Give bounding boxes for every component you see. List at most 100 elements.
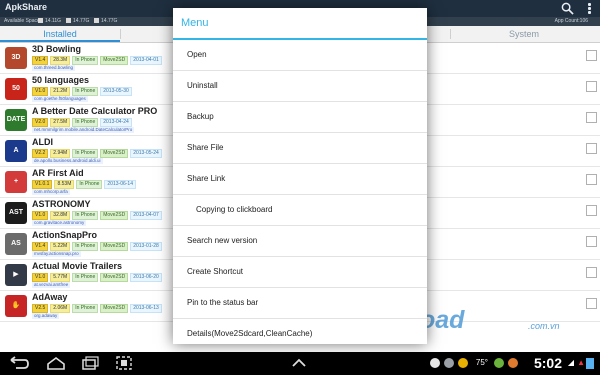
tab-second[interactable] (120, 26, 180, 42)
clock: 5:02 (533, 355, 562, 371)
app-name: 50 languages (32, 75, 90, 85)
signal-icon: ▲ (577, 358, 585, 367)
size-tag: 8.53M (54, 180, 75, 189)
version-tag: V1.4 (32, 242, 49, 251)
available-space-label: Available Space (4, 18, 40, 24)
package-name: com.goethe.f50languages (32, 96, 88, 102)
select-checkbox[interactable] (586, 174, 597, 185)
app-icon: A (5, 140, 27, 162)
tab-system[interactable]: System (450, 26, 598, 42)
menu-item-pin-to-the-status-bar[interactable]: Pin to the status bar (173, 288, 427, 319)
app-name: ActionSnapPro (32, 230, 98, 240)
date-tag: 2013-06-13 (130, 304, 162, 313)
version-tag: V1.0 (32, 87, 49, 96)
package-name: at.vezvai.amtfree (32, 282, 71, 288)
menu-item-backup[interactable]: Backup (173, 102, 427, 133)
recent-apps-icon[interactable] (78, 356, 100, 370)
menu-item-uninstall[interactable]: Uninstall (173, 71, 427, 102)
app-icon: ▶ (5, 264, 27, 286)
app-icon: + (5, 171, 27, 193)
app-tags: V2.0 27.5M In Phone 2013-04-24 (32, 118, 134, 127)
size-tag: 5.22M (50, 242, 71, 251)
storage-stat: 14.77G (94, 17, 117, 26)
context-menu-dialog: Menu Open Uninstall Backup Share File Share … (173, 8, 427, 344)
app-icon: 3D (5, 47, 27, 69)
tab-installed[interactable]: Installed (0, 26, 120, 42)
app-name: A Better Date Calculator PRO (32, 106, 158, 116)
version-tag: V1.0 (32, 211, 49, 220)
menu-item-search-new-version[interactable]: Search new version (173, 226, 427, 257)
location-tag: In Phone (72, 304, 99, 313)
size-tag: 2.06M (50, 304, 71, 313)
notification-icon[interactable] (444, 358, 454, 368)
search-icon[interactable] (561, 2, 574, 15)
menu-item-open[interactable]: Open (173, 40, 427, 71)
wifi-icon: ◢ (567, 358, 574, 367)
menu-item-share-link[interactable]: Share Link (173, 164, 427, 195)
app-icon: 50 (5, 78, 27, 100)
date-tag: 2013-04-24 (100, 118, 132, 127)
menu-list: Open Uninstall Backup Share File Share Link C… (173, 40, 427, 349)
select-checkbox[interactable] (586, 267, 597, 278)
location-tag: In Phone (72, 56, 99, 65)
menu-item-share-file[interactable]: Share File (173, 133, 427, 164)
app-name: ALDI (32, 137, 53, 147)
overflow-menu-icon[interactable] (584, 2, 594, 15)
notification-icon[interactable] (494, 358, 504, 368)
package-name: org.adaway (32, 313, 60, 319)
menu-item-details-move2sdcard-cleancache[interactable]: Details(Move2Sdcard,CleanCache) (173, 319, 427, 349)
watermark-domain: .com.vn (528, 321, 560, 331)
dialog-title: Menu (173, 8, 427, 40)
app-count: App Count:106 (554, 18, 588, 24)
app-tags: V1.0 32.8M In Phone Move2SD 2013-04-07 (32, 211, 164, 220)
menu-item-create-shortcut[interactable]: Create Shortcut (173, 257, 427, 288)
select-checkbox[interactable] (586, 205, 597, 216)
app-title: ApkShare (5, 2, 48, 12)
select-checkbox[interactable] (586, 112, 597, 123)
app-icon: AS (5, 233, 27, 255)
weather-temp: 75° (475, 358, 488, 367)
size-tag: 2.94M (50, 149, 71, 158)
tab-divider (120, 29, 121, 39)
date-tag: 2013-01-28 (130, 242, 162, 251)
version-tag: V1.0.1 (32, 180, 53, 189)
package-name: com.gravitace.astronomy (32, 220, 87, 226)
date-tag: 2013-05-30 (100, 87, 132, 96)
app-name: 3D Bowling (32, 44, 81, 54)
date-tag: 2013-05-24 (130, 149, 162, 158)
select-checkbox[interactable] (586, 236, 597, 247)
app-tags: V1.0.1 8.53M In Phone 2013-06-14 (32, 180, 138, 189)
package-name: com.mhcorp.arfa (32, 189, 70, 195)
select-checkbox[interactable] (586, 50, 597, 61)
version-tag: V1.4 (32, 56, 49, 65)
notification-icon[interactable] (458, 358, 468, 368)
app-tags: V1.0 21.2M In Phone 2013-05-30 (32, 87, 134, 96)
notification-icon[interactable] (430, 358, 440, 368)
size-tag: 28.3M (50, 56, 71, 65)
location-tag: In Phone (72, 87, 99, 96)
app-tags: V2.5 2.06M In Phone Move2SD 2013-06-13 (32, 304, 164, 313)
app-tags: V2.2 2.94M In Phone Move2SD 2013-05-24 (32, 149, 164, 158)
menu-item-copying-to-clickboard[interactable]: Copying to clickboard (173, 195, 427, 226)
screenshot-icon[interactable] (113, 356, 135, 370)
select-checkbox[interactable] (586, 81, 597, 92)
app-tags: V1.0 5.77M In Phone Move2SD 2013-06-20 (32, 273, 164, 282)
size-tag: 5.77M (50, 273, 71, 282)
app-icon: ✋ (5, 295, 27, 317)
size-tag: 21.2M (50, 87, 71, 96)
back-icon[interactable] (8, 356, 30, 370)
app-icon: AST (5, 202, 27, 224)
move2sd-tag: Move2SD (100, 242, 129, 251)
size-tag: 32.8M (50, 211, 71, 220)
move2sd-tag: Move2SD (100, 304, 129, 313)
location-tag: In Phone (72, 118, 99, 127)
home-icon[interactable] (45, 356, 67, 370)
move2sd-tag: Move2SD (100, 211, 129, 220)
version-tag: V2.5 (32, 304, 49, 313)
package-name: com.threed.bowling (32, 65, 76, 71)
date-tag: 2013-04-07 (130, 211, 162, 220)
select-checkbox[interactable] (586, 298, 597, 309)
select-checkbox[interactable] (586, 143, 597, 154)
chevron-up-icon[interactable] (288, 356, 310, 370)
notification-icon[interactable] (508, 358, 518, 368)
